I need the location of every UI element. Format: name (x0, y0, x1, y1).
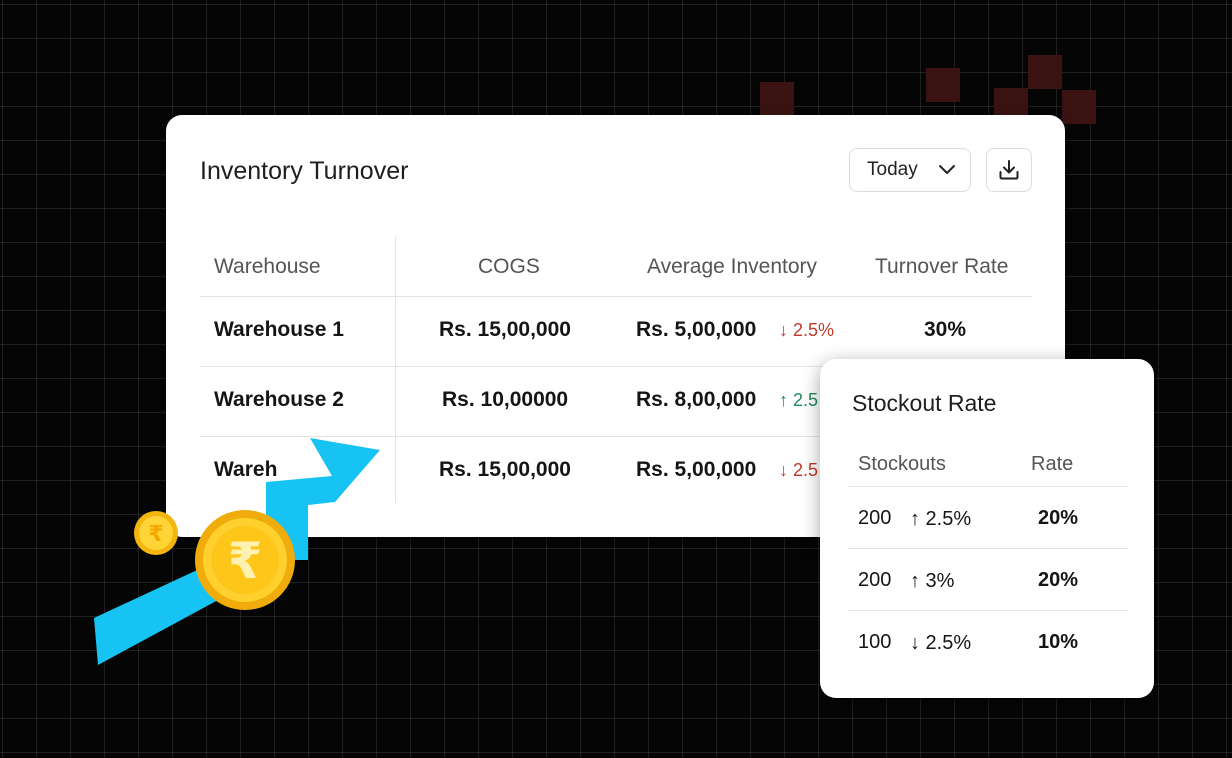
average-inventory-value: Rs. 5,00,000 (636, 458, 757, 481)
rupee-coin-icon: ₹ (195, 510, 295, 610)
column-header-rate: Rate (1031, 453, 1074, 475)
stockouts-value: 100 (858, 631, 892, 653)
growth-arrow-illustration: ₹ ₹ (94, 438, 380, 665)
column-header-cogs: COGS (478, 255, 540, 278)
svg-text:₹: ₹ (228, 532, 263, 590)
list-item: 200 ↑ 3% 20% (848, 548, 1128, 610)
average-inventory-value: Rs. 5,00,000 (636, 318, 757, 341)
decorative-pixel (926, 68, 960, 102)
column-header-turnover-rate: Turnover Rate (875, 255, 1009, 278)
warehouse-name: Warehouse 1 (214, 318, 344, 341)
row-divider (848, 610, 1128, 611)
row-divider (848, 486, 1128, 487)
rupee-coin-icon: ₹ (134, 511, 178, 555)
cogs-value: Rs. 15,00,000 (439, 318, 571, 341)
period-select[interactable]: Today (849, 148, 971, 192)
download-button[interactable] (986, 148, 1032, 192)
rate-value: 20% (1038, 569, 1079, 591)
stockouts-delta: ↑ 3% (910, 570, 955, 592)
rate-value: 20% (1038, 507, 1079, 529)
decorative-pixel (1028, 55, 1062, 89)
row-divider (848, 548, 1128, 549)
chevron-down-icon (938, 165, 955, 174)
average-inventory-value: Rs. 8,00,000 (636, 388, 757, 411)
average-inventory-delta: ↓ 2.5 (779, 460, 819, 480)
column-header-stockouts: Stockouts (858, 453, 946, 475)
turnover-rate-value: 30% (924, 318, 967, 341)
svg-text:₹: ₹ (148, 522, 163, 547)
download-icon (999, 160, 1019, 180)
period-select-value: Today (867, 159, 918, 180)
stockouts-delta: ↓ 2.5% (910, 632, 972, 654)
warehouse-name: Warehouse 2 (214, 388, 344, 411)
list-item: 100 ↓ 2.5% 10% (848, 610, 1128, 672)
cogs-value: Rs. 15,00,000 (439, 458, 571, 481)
stockout-rate-card: Stockout Rate Stockouts Rate 200 ↑ 2.5% … (820, 359, 1154, 698)
average-inventory-delta: ↓ 2.5% (779, 320, 835, 340)
list-item: 200 ↑ 2.5% 20% (848, 486, 1128, 548)
row-divider (200, 296, 1032, 297)
stockouts-delta: ↑ 2.5% (910, 508, 972, 530)
decorative-pixel (760, 82, 794, 116)
stockout-title: Stockout Rate (852, 390, 997, 416)
column-header-average-inventory: Average Inventory (647, 255, 818, 278)
rate-value: 10% (1038, 631, 1079, 653)
average-inventory-delta: ↑ 2.5 (779, 390, 819, 410)
stockouts-value: 200 (858, 507, 892, 529)
cogs-value: Rs. 10,00000 (442, 388, 569, 411)
column-header-warehouse: Warehouse (214, 255, 321, 278)
stockouts-value: 200 (858, 569, 892, 591)
inventory-title: Inventory Turnover (200, 157, 409, 185)
table-row: Warehouse 1 Rs. 15,00,000 Rs. 5,00,000 ↓… (200, 296, 1032, 366)
decorative-pixel (1062, 90, 1096, 124)
